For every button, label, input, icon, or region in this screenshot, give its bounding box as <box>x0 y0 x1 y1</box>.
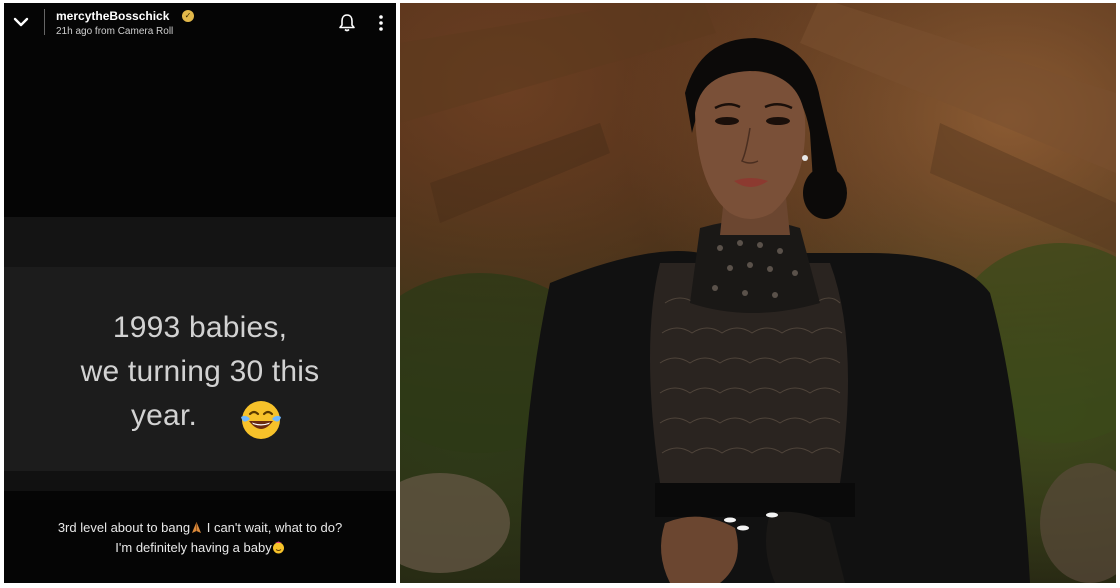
card-line-3: year. <box>130 399 198 432</box>
story-timestamp: 21h ago from Camera Roll <box>56 26 174 37</box>
story-username[interactable]: mercytheBosschick <box>56 9 169 23</box>
card-line-1: 1993 babies, <box>112 311 288 344</box>
card-line-2: we turning 30 this <box>80 355 320 388</box>
more-vertical-icon[interactable] <box>374 13 388 33</box>
caption-text-a: 3rd level about to bang <box>57 520 191 535</box>
bell-icon[interactable] <box>337 13 357 33</box>
header-divider <box>44 9 45 35</box>
party-face-emoji <box>272 541 284 554</box>
story-header: mercytheBosschick ✓ 21h ago from Camera … <box>4 3 396 43</box>
story-band-bottom <box>4 471 396 491</box>
chevron-down-icon[interactable] <box>12 13 30 31</box>
caption-text-b: I can't wait, what to do? <box>203 520 343 535</box>
story-text-card: 1993 babies, we turning 30 this year. <box>4 267 396 471</box>
photo-panel <box>400 3 1116 583</box>
praying-hands-emoji <box>192 522 202 533</box>
story-band-top <box>4 217 396 267</box>
story-panel: mercytheBosschick ✓ 21h ago from Camera … <box>4 3 396 583</box>
verified-badge-icon: ✓ <box>182 10 194 22</box>
caption-text-c: I'm definitely having a baby <box>115 540 272 555</box>
story-caption-line-1: 3rd level about to bang I can't wait, wh… <box>4 520 396 535</box>
laughing-tears-emoji <box>241 401 281 439</box>
story-caption-line-2: I'm definitely having a baby <box>4 540 396 555</box>
woman-portrait-photo <box>400 3 1116 583</box>
